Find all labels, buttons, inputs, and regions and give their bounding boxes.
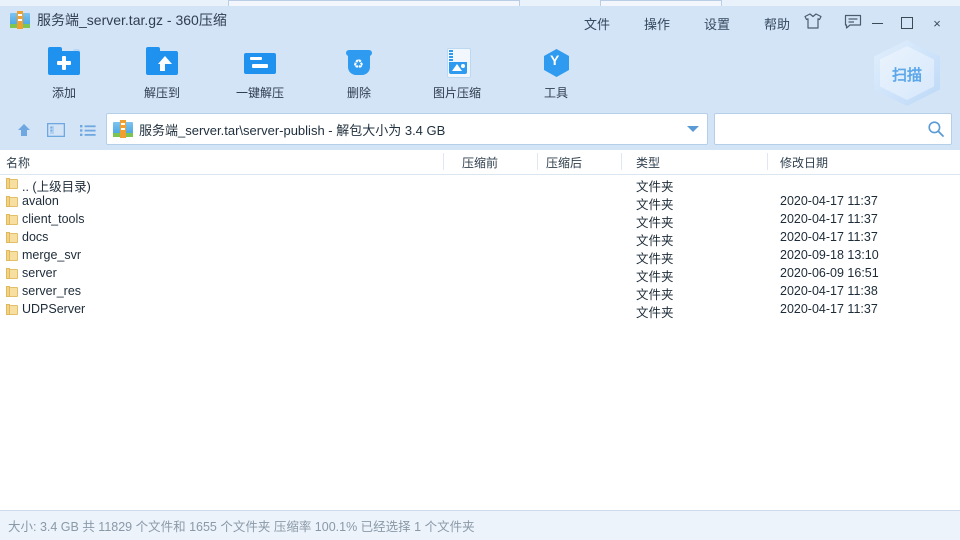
title-bar: 服务端_server.tar.gz - 360压缩 文件 操作 设置 帮助 × [0, 6, 960, 38]
table-row[interactable]: UDPServer 文件夹 2020-04-17 11:37 [0, 301, 960, 320]
toolbar-label-extract-to: 解压到 [143, 86, 180, 100]
toolbar-label-delete: 删除 [346, 86, 371, 100]
search-icon[interactable] [921, 120, 951, 138]
folder-quick-extract-icon [242, 44, 278, 80]
table-row[interactable]: server 文件夹 2020-06-09 16:51 [0, 265, 960, 284]
toolbar-button-add[interactable]: 添加 [20, 44, 108, 106]
toolbar-button-quick-extract[interactable]: 一键解压 [216, 44, 304, 106]
file-list-header: 名称 压缩前 压缩后 类型 修改日期 [0, 150, 960, 175]
menu-file[interactable]: 文件 [584, 14, 610, 33]
maximize-button[interactable] [892, 12, 922, 34]
cell-modified: 2020-04-17 11:37 [780, 230, 878, 244]
table-row[interactable]: client_tools 文件夹 2020-04-17 11:37 [0, 211, 960, 230]
folder-icon [6, 196, 18, 208]
toolbar-label-image-compress: 图片压缩 [432, 86, 481, 100]
table-row[interactable]: docs 文件夹 2020-04-17 11:37 [0, 229, 960, 248]
menu-action[interactable]: 操作 [644, 14, 670, 33]
column-header-name[interactable]: 名称 [6, 154, 30, 171]
scan-button-label: 扫描 [891, 67, 922, 84]
cell-modified: 2020-04-17 11:37 [780, 194, 878, 208]
image-compress-icon [439, 44, 475, 80]
search-box[interactable] [714, 113, 952, 145]
chevron-down-icon[interactable] [679, 115, 707, 143]
cell-name: docs [22, 230, 49, 244]
folder-icon [6, 268, 18, 280]
up-arrow-icon[interactable] [12, 119, 36, 141]
folder-add-icon [46, 44, 82, 80]
toolbar-button-extract-to[interactable]: 解压到 [118, 44, 206, 106]
address-path-text: 服务端_server.tar\server-publish - 解包大小为 3.… [139, 122, 446, 138]
menu-bar: 文件 操作 设置 帮助 [584, 14, 790, 33]
cell-modified: 2020-09-18 13:10 [780, 248, 879, 262]
cell-name: client_tools [22, 212, 85, 226]
archive-icon [113, 120, 133, 138]
cell-name: server [22, 266, 57, 280]
cell-modified: 2020-04-17 11:37 [780, 212, 878, 226]
folder-icon [6, 214, 18, 226]
column-header-modified[interactable]: 修改日期 [780, 154, 828, 171]
cell-name: merge_svr [22, 248, 82, 262]
table-row[interactable]: server_res 文件夹 2020-04-17 11:38 [0, 283, 960, 302]
title-bar-left: 服务端_server.tar.gz - 360压缩 [10, 10, 227, 30]
folder-icon [6, 250, 18, 262]
list-view-icon[interactable] [76, 119, 100, 141]
folder-icon [6, 286, 18, 298]
view-panel-icon[interactable] [44, 119, 68, 141]
toolbar: 添加 解压到 一键解压 ♻ 删除 图片压缩 Y 工具 [0, 38, 960, 110]
folder-extract-to-icon [144, 44, 180, 80]
cell-name: server_res [22, 284, 82, 298]
table-row[interactable]: merge_svr 文件夹 2020-09-18 13:10 [0, 247, 960, 266]
menu-settings[interactable]: 设置 [704, 14, 730, 33]
status-bar-text: 大小: 3.4 GB 共 11829 个文件和 1655 个文件夹 压缩率 10… [8, 520, 475, 534]
status-bar: 大小: 3.4 GB 共 11829 个文件和 1655 个文件夹 压缩率 10… [0, 510, 960, 540]
toolbar-button-delete[interactable]: ♻ 删除 [315, 44, 403, 106]
message-icon[interactable] [844, 14, 862, 29]
table-row[interactable]: avalon 文件夹 2020-04-17 11:37 [0, 193, 960, 212]
cell-name: avalon [22, 194, 59, 208]
cell-modified: 2020-06-09 16:51 [780, 266, 879, 280]
cell-type: 文件夹 [636, 306, 674, 320]
title-bar-icons [804, 13, 862, 29]
tools-hex-icon: Y [538, 44, 574, 80]
trash-icon: ♻ [341, 44, 377, 80]
window-title: 服务端_server.tar.gz - 360压缩 [37, 12, 227, 28]
toolbar-label-add: 添加 [51, 86, 76, 100]
table-row[interactable]: .. (上级目录) 文件夹 [0, 175, 960, 194]
toolbar-label-tools: 工具 [543, 86, 568, 100]
archive-icon [10, 11, 30, 29]
toolbar-label-quick-extract: 一键解压 [235, 86, 284, 100]
cell-modified: 2020-04-17 11:37 [780, 302, 878, 316]
column-header-type[interactable]: 类型 [636, 154, 660, 171]
folder-icon [6, 178, 18, 190]
menu-help[interactable]: 帮助 [764, 14, 790, 33]
address-bar[interactable]: 服务端_server.tar\server-publish - 解包大小为 3.… [106, 113, 708, 145]
cell-modified: 2020-04-17 11:38 [780, 284, 878, 298]
folder-icon [6, 232, 18, 244]
shirt-icon[interactable] [804, 13, 822, 29]
toolbar-button-tools[interactable]: Y 工具 [512, 44, 600, 106]
folder-icon [6, 304, 18, 316]
hexagon-scan-icon[interactable]: 扫描 [874, 40, 940, 106]
toolbar-button-image-compress[interactable]: 图片压缩 [413, 44, 501, 106]
file-list-panel: 名称 压缩前 压缩后 类型 修改日期 .. (上级目录) 文件夹 avalon 文件夹… [0, 150, 960, 511]
app-window: 服务端_server.tar.gz - 360压缩 文件 操作 设置 帮助 × … [0, 0, 960, 540]
window-controls: × [862, 12, 952, 34]
close-button[interactable]: × [922, 12, 952, 34]
search-input[interactable] [723, 115, 921, 143]
cell-name: UDPServer [22, 302, 86, 316]
column-header-size-after[interactable]: 压缩后 [546, 154, 582, 171]
file-list-rows: .. (上级目录) 文件夹 avalon 文件夹 2020-04-17 11:37 cli… [0, 175, 960, 320]
column-header-size-before[interactable]: 压缩前 [462, 154, 498, 171]
minimize-button[interactable] [862, 12, 892, 34]
